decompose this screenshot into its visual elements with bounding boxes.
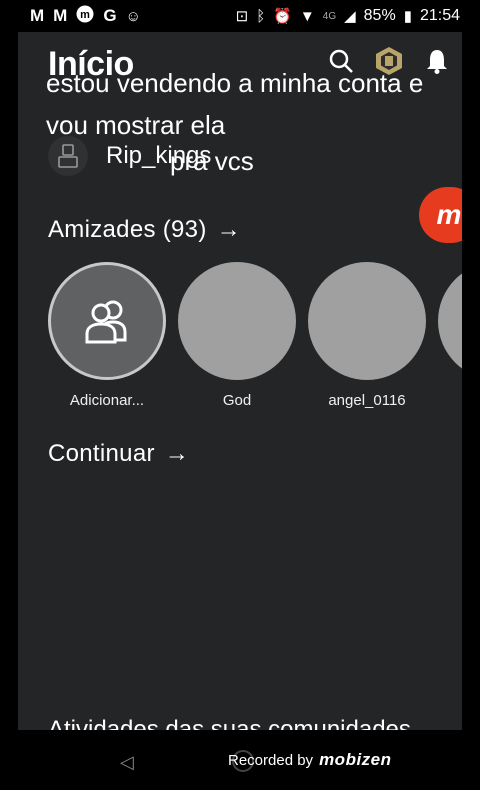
status-bar: M M m G ☺ ⊡ ᛒ ⏰ ▼ 4G ◢ 85% ▮ 21:54	[0, 0, 480, 32]
overlay-caption: estou vendendo a minha conta e vou mostr…	[46, 68, 424, 140]
mobizen-logo: mobizen	[319, 750, 392, 769]
bluetooth-icon: ᛒ	[256, 7, 266, 25]
alarm-icon: ⏰	[273, 8, 292, 25]
continue-section-title: Continuar	[48, 440, 155, 467]
friend-item[interactable]: God	[178, 262, 296, 409]
friend-avatar	[438, 262, 462, 380]
mobizen-floating-button[interactable]: m	[419, 187, 462, 243]
friends-section-title: Amizades (93)	[48, 216, 207, 243]
network-type: 4G	[322, 10, 337, 22]
app-screen: Início Rip_kings estou vendendo a minha …	[18, 32, 462, 730]
arrow-right-icon: →	[164, 440, 190, 467]
svg-text:m: m	[80, 9, 90, 21]
google-icon: G	[103, 6, 117, 25]
friends-section-link[interactable]: Amizades (93) →	[48, 216, 241, 244]
friends-carousel: Adicionar... God angel_0116 E	[48, 262, 462, 409]
gmail-icon: M	[53, 6, 68, 25]
wifi-icon: ▼	[299, 7, 315, 25]
back-icon[interactable]: ◁	[120, 752, 134, 773]
add-friend-button[interactable]: Adicionar...	[48, 262, 166, 409]
battery-icon: ▮	[403, 8, 412, 25]
friend-avatar	[308, 262, 426, 380]
gmail-icon: M	[30, 6, 45, 25]
clock: 21:54	[419, 7, 460, 24]
community-activity-section[interactable]: Atividades das suas comunidades	[48, 716, 411, 730]
android-nav-bar: ◁ Recorded by mobizen	[0, 730, 480, 790]
avatar-placeholder-icon	[58, 144, 78, 168]
friend-name: Adicionar...	[69, 392, 145, 409]
battery-percent: 85%	[363, 7, 396, 24]
friend-avatar	[178, 262, 296, 380]
recorded-by-label: Recorded by	[228, 751, 314, 769]
recording-watermark: Recorded by mobizen	[228, 750, 392, 770]
friend-item[interactable]: angel_0116	[308, 262, 426, 409]
friend-item[interactable]: E	[438, 262, 462, 409]
arrow-right-icon: →	[216, 216, 241, 243]
friend-name: God	[222, 392, 252, 409]
add-friend-avatar	[48, 262, 166, 380]
add-friends-icon	[85, 300, 127, 344]
friend-name: angel_0116	[328, 392, 406, 409]
roblox-face-icon: ☺	[125, 7, 141, 25]
mobizen-floating-label: m	[436, 199, 462, 230]
continue-section-link[interactable]: Continuar →	[48, 440, 189, 468]
cast-icon: ⊡	[235, 8, 249, 25]
mobizen-icon: m	[76, 5, 94, 28]
overlay-caption-2: pra vcs	[170, 146, 254, 176]
signal-icon: ◢	[344, 8, 356, 25]
